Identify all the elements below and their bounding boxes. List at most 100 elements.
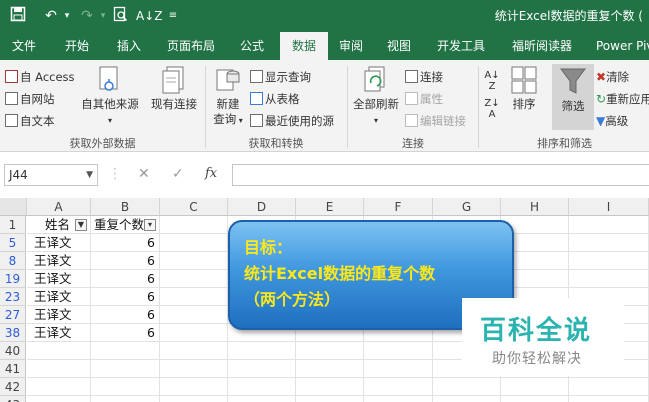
cell[interactable] (160, 288, 228, 306)
save-icon[interactable] (8, 6, 28, 26)
cell[interactable] (569, 270, 649, 288)
cell[interactable] (364, 360, 433, 378)
column-header-f[interactable]: F (364, 198, 433, 216)
tab-insert[interactable]: 插入 (104, 32, 154, 60)
cell[interactable] (160, 252, 228, 270)
table-cell-count[interactable]: 6 (91, 252, 160, 270)
undo-dropdown-icon[interactable]: ▾ (62, 6, 72, 26)
cell[interactable] (160, 342, 228, 360)
filter-button[interactable]: 筛选 (552, 64, 594, 130)
new-query-button[interactable]: 新建 查询 ▾ (208, 66, 248, 128)
cell[interactable] (160, 234, 228, 252)
filter-dropdown-icon[interactable]: ▾ (144, 219, 156, 231)
show-queries-button[interactable]: 显示查询 (250, 69, 311, 85)
table-cell-count[interactable]: 6 (91, 306, 160, 324)
table-cell-count[interactable] (91, 378, 160, 396)
table-cell-name[interactable]: 王译文 (27, 252, 91, 270)
reapply-button[interactable]: ↻重新应用 (596, 91, 649, 107)
row-header[interactable]: 1 (0, 216, 26, 234)
cell[interactable] (569, 216, 649, 234)
column-header-a[interactable]: A (27, 198, 91, 216)
sort-ascending-button[interactable]: A↓ Z (482, 70, 502, 92)
table-cell-name[interactable]: 王译文 (27, 270, 91, 288)
cell[interactable] (364, 378, 433, 396)
table-cell-name[interactable] (27, 342, 91, 360)
tab-formulas[interactable]: 公式 (228, 32, 276, 60)
row-header[interactable]: 42 (0, 378, 26, 396)
cell[interactable] (160, 216, 228, 234)
filter-active-icon[interactable]: ▼ (75, 219, 87, 231)
recent-sources-button[interactable]: 最近使用的源 (250, 113, 334, 129)
column-header-h[interactable]: H (501, 198, 569, 216)
sort-button[interactable]: 排序 (505, 66, 543, 112)
row-header[interactable]: 27 (0, 306, 26, 324)
undo-icon[interactable]: ↶ (40, 6, 62, 26)
table-cell-name[interactable] (27, 378, 91, 396)
cell[interactable] (433, 378, 501, 396)
tab-view[interactable]: 视图 (378, 32, 420, 60)
from-access-button[interactable]: 自 Access (5, 69, 75, 85)
table-cell-name[interactable]: 王译文 (27, 234, 91, 252)
cell[interactable] (364, 342, 433, 360)
cell[interactable] (160, 360, 228, 378)
tab-foxit-reader[interactable]: 福昕阅读器 (502, 32, 582, 60)
tab-file[interactable]: 文件 (0, 32, 48, 60)
row-header[interactable]: 5 (0, 234, 26, 252)
cell[interactable] (569, 234, 649, 252)
cell[interactable] (364, 396, 433, 402)
cell[interactable] (228, 396, 296, 402)
advanced-filter-button[interactable]: ▼高级 (596, 113, 628, 129)
table-cell-name[interactable] (27, 360, 91, 378)
clear-filter-button[interactable]: ✖清除 (596, 69, 629, 85)
print-preview-icon[interactable] (110, 6, 130, 26)
from-table-button[interactable]: 从表格 (250, 91, 300, 107)
cell[interactable] (569, 378, 649, 396)
cell[interactable] (160, 378, 228, 396)
table-cell-count[interactable] (91, 342, 160, 360)
from-text-button[interactable]: 自文本 (5, 113, 55, 129)
table-cell-count[interactable]: 6 (91, 324, 160, 342)
row-header[interactable]: 41 (0, 360, 26, 378)
table-cell-name[interactable]: 王译文 (27, 324, 91, 342)
formula-input[interactable] (232, 164, 649, 186)
customize-icon[interactable]: ≡ (166, 6, 180, 26)
refresh-all-button[interactable]: 全部刷新 ▾ (350, 66, 402, 128)
row-header[interactable]: 43 (0, 396, 26, 402)
table-cell-name[interactable]: 王译文 (27, 306, 91, 324)
cell[interactable] (501, 396, 569, 402)
table-cell-name[interactable] (27, 396, 91, 402)
connections-button[interactable]: 连接 (405, 69, 443, 85)
column-header-g[interactable]: G (433, 198, 501, 216)
name-box[interactable]: J44 ▼ (4, 164, 98, 186)
table-cell-count[interactable]: 6 (91, 270, 160, 288)
column-header-c[interactable]: C (160, 198, 228, 216)
row-header[interactable]: 38 (0, 324, 26, 342)
table-cell-count[interactable]: 6 (91, 234, 160, 252)
table-cell-count[interactable] (91, 360, 160, 378)
from-other-sources-button[interactable]: 自其他来源 ▾ (80, 66, 140, 128)
column-header-i[interactable]: I (569, 198, 649, 216)
cell[interactable] (501, 378, 569, 396)
cell[interactable] (569, 252, 649, 270)
row-header[interactable]: 19 (0, 270, 26, 288)
tab-power-pivot[interactable]: Power Piv (588, 32, 649, 60)
chevron-down-icon[interactable]: ▼ (86, 165, 93, 185)
row-header[interactable]: 23 (0, 288, 26, 306)
column-header-e[interactable]: E (296, 198, 364, 216)
sort-descending-button[interactable]: Z↓ A (482, 98, 502, 120)
cell[interactable] (569, 396, 649, 402)
cell[interactable] (228, 342, 296, 360)
tab-developer[interactable]: 开发工具 (426, 32, 496, 60)
cell[interactable] (160, 306, 228, 324)
table-cell-count[interactable]: 6 (91, 288, 160, 306)
tab-data[interactable]: 数据 (280, 32, 328, 60)
existing-connections-button[interactable]: 现有连接 (148, 66, 200, 112)
tab-page-layout[interactable]: 页面布局 (158, 32, 224, 60)
cell[interactable] (160, 324, 228, 342)
cell[interactable] (160, 270, 228, 288)
cell[interactable] (296, 342, 364, 360)
column-header-d[interactable]: D (228, 198, 296, 216)
tab-review[interactable]: 审阅 (330, 32, 372, 60)
row-header[interactable]: 40 (0, 342, 26, 360)
cell[interactable] (433, 396, 501, 402)
